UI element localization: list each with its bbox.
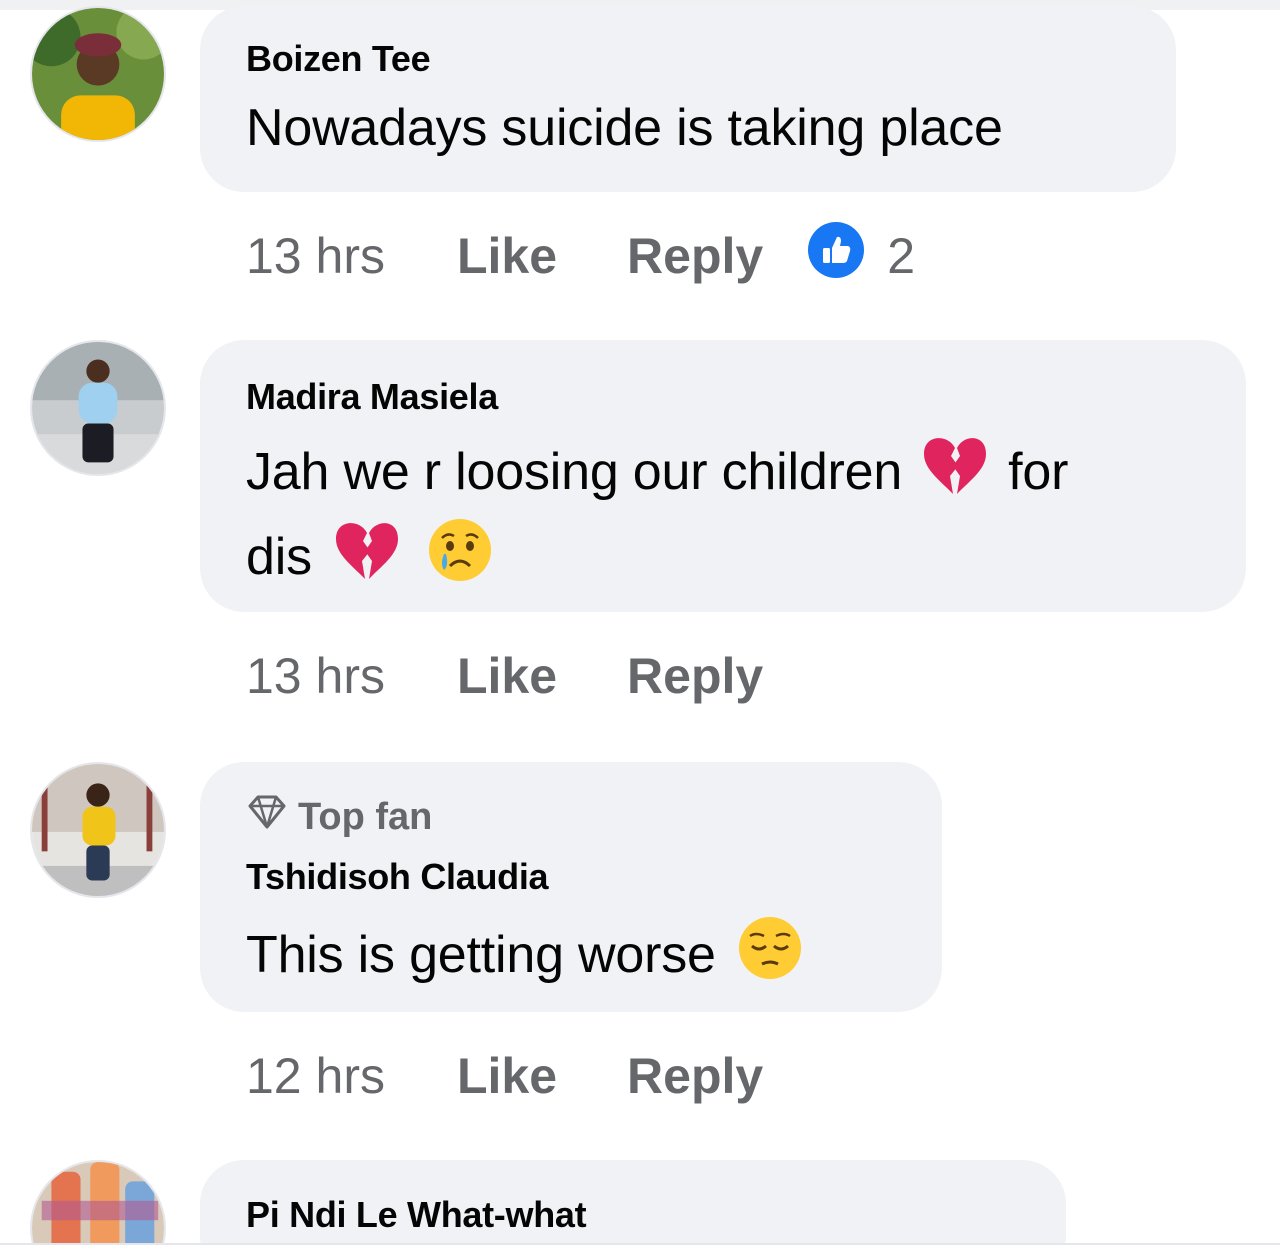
comment-actions: 13 hrs Like Reply (246, 646, 763, 706)
comment-bubble: Top fan Tshidisoh Claudia This is gettin… (200, 762, 942, 1012)
badge-label: Top fan (298, 795, 433, 838)
broken-heart-icon (332, 519, 402, 594)
comment-text-line: for (1008, 442, 1069, 501)
crying-face-icon (426, 516, 494, 597)
comment-text: This is getting worse (246, 914, 804, 995)
reaction-count: 2 (887, 228, 916, 284)
comment-text-line: dis (246, 527, 312, 586)
comment-timestamp[interactable]: 13 hrs (246, 227, 385, 285)
comment-text-line2: dis (246, 516, 494, 597)
avatar-boizen-tee[interactable] (30, 6, 166, 142)
reply-button[interactable]: Reply (627, 227, 763, 285)
comment-timestamp[interactable]: 12 hrs (246, 1047, 385, 1105)
broken-heart-icon (920, 434, 990, 509)
pensive-face-icon (736, 914, 804, 995)
top-fan-badge: Top fan (246, 794, 432, 840)
comment-author[interactable]: Tshidisoh Claudia (246, 856, 549, 898)
comment-bubble: Boizen Tee Nowadays suicide is taking pl… (200, 6, 1176, 192)
comment-text-line: Jah we r loosing our children (246, 442, 903, 501)
like-button[interactable]: Like (457, 227, 557, 285)
diamond-icon (246, 794, 288, 840)
comment-author[interactable]: Madira Masiela (246, 376, 498, 418)
thumbs-up-icon (807, 221, 865, 291)
comment-timestamp[interactable]: 13 hrs (246, 647, 385, 705)
reply-button[interactable]: Reply (627, 1047, 763, 1105)
comment-text-line: This is getting worse (246, 925, 716, 984)
like-button[interactable]: Like (457, 647, 557, 705)
like-button[interactable]: Like (457, 1047, 557, 1105)
avatar-pi-ndi-le-what-what[interactable] (30, 1160, 166, 1245)
comment-bubble: Pi Ndi Le What-what (200, 1160, 1066, 1245)
comment-text: Jah we r loosing our children for (246, 434, 1068, 509)
comment-text: Nowadays suicide is taking place (246, 99, 1003, 157)
comment-author[interactable]: Pi Ndi Le What-what (246, 1194, 587, 1236)
reaction-summary[interactable]: 2 (807, 221, 915, 291)
avatar-madira-masiela[interactable] (30, 340, 166, 476)
avatar-tshidisoh-claudia[interactable] (30, 762, 166, 898)
comment-actions: 13 hrs Like Reply 2 (246, 222, 915, 286)
comment-bubble: Madira Masiela Jah we r loosing our chil… (200, 340, 1246, 612)
reply-button[interactable]: Reply (627, 647, 763, 705)
comments-thread: Boizen Tee Nowadays suicide is taking pl… (0, 0, 1280, 1245)
comment-actions: 12 hrs Like Reply (246, 1046, 763, 1106)
comment-author[interactable]: Boizen Tee (246, 38, 431, 80)
